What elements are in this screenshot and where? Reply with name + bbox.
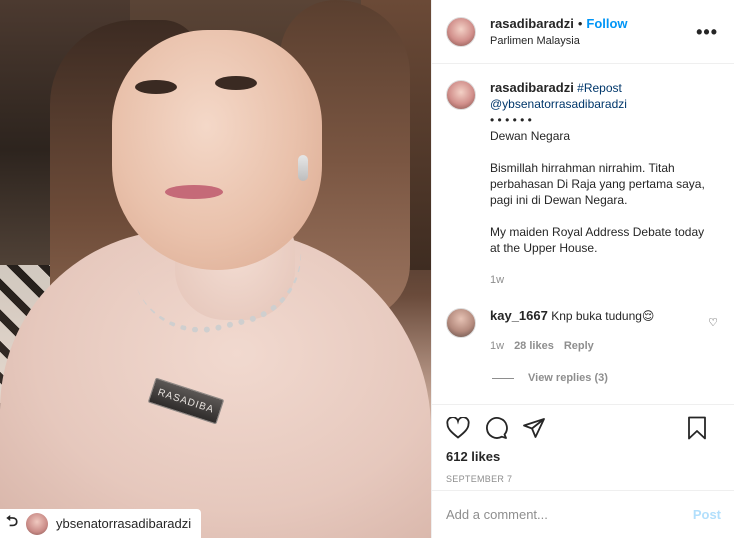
caption-username[interactable]: rasadibaradzi [490, 80, 574, 95]
repost-tag: ⮌ ybsenatorrasadibaradzi [0, 509, 202, 538]
view-replies-label: View replies (3) [528, 372, 608, 384]
commenter-avatar[interactable] [446, 308, 476, 338]
follow-button[interactable]: Follow [586, 16, 627, 31]
add-comment-input[interactable] [446, 507, 693, 522]
post-location[interactable]: Parlimen Malaysia [490, 35, 628, 47]
action-icons-row [446, 415, 721, 441]
caption-title: Dewan Negara [490, 129, 571, 143]
comment-body: kay_1667 Knp buka tudung😌 1w 28 likes Re… [490, 308, 654, 354]
repost-username: ybsenatorrasadibaradzi [56, 516, 192, 531]
post-header: rasadibaradzi • Follow Parlimen Malaysia… [432, 0, 734, 64]
likes-count[interactable]: 612 likes [446, 449, 721, 464]
post-photo[interactable]: RASADIBA ⮌ ybsenatorrasadibaradzi [0, 0, 431, 538]
earring [298, 155, 308, 181]
actions-bar: 612 likes SEPTEMBER 7 [432, 404, 734, 484]
comment-likes[interactable]: 28 likes [514, 338, 554, 354]
caption-mention[interactable]: @ybsenatorrasadibaradzi [490, 97, 627, 111]
post-date[interactable]: SEPTEMBER 7 [446, 474, 721, 484]
share-icon[interactable] [522, 416, 546, 440]
view-replies-button[interactable]: View replies (3) [492, 372, 720, 384]
repost-icon: ⮌ [6, 513, 19, 530]
comment-item: kay_1667 Knp buka tudung😌 1w 28 likes Re… [446, 308, 720, 354]
more-options-icon[interactable]: ••• [696, 22, 718, 43]
caption-hashtag[interactable]: #Repost [577, 81, 622, 95]
right-eye [215, 76, 257, 90]
caption-paragraph-1: Bismillah hirrahman nirrahim. Titah perb… [490, 161, 705, 207]
face [112, 30, 322, 270]
comment-actions: 1w 28 likes Reply [490, 338, 654, 354]
caption-body: rasadibaradzi #Repost @ybsenatorrasadiba… [490, 80, 712, 288]
comment-text: Knp buka tudung😌 [551, 309, 655, 323]
commenter-username[interactable]: kay_1667 [490, 308, 548, 323]
caption-dots: • • • • • • [490, 113, 532, 127]
add-comment-bar: Post [432, 490, 734, 538]
caption-paragraph-2: My maiden Royal Address Debate today at … [490, 225, 705, 255]
caption-avatar[interactable] [446, 80, 476, 110]
author-avatar[interactable] [446, 16, 476, 47]
left-eye [135, 80, 177, 94]
bookmark-icon[interactable] [687, 416, 707, 440]
author-username[interactable]: rasadibaradzi [490, 16, 574, 31]
caption-time[interactable]: 1w [490, 272, 712, 288]
comment-reply-button[interactable]: Reply [564, 338, 594, 354]
view-replies-line [492, 377, 514, 379]
author-meta: rasadibaradzi • Follow Parlimen Malaysia [490, 16, 628, 47]
post-comment-button[interactable]: Post [693, 507, 721, 522]
comments-section[interactable]: rasadibaradzi #Repost @ybsenatorrasadiba… [432, 64, 734, 404]
comment-like-heart-icon[interactable]: ♡ [708, 316, 718, 329]
comment-time[interactable]: 1w [490, 338, 504, 354]
repost-avatar [26, 512, 49, 535]
separator-dot: • [577, 16, 583, 31]
lips [165, 185, 223, 199]
heart-icon[interactable] [446, 417, 470, 439]
comment-icon[interactable] [484, 416, 508, 440]
post-side-panel: rasadibaradzi • Follow Parlimen Malaysia… [431, 0, 734, 538]
caption: rasadibaradzi #Repost @ybsenatorrasadiba… [446, 80, 720, 288]
